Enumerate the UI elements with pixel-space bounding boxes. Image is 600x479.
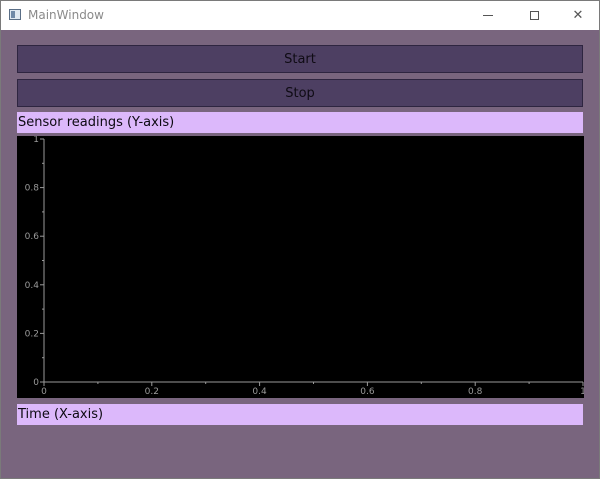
x-tick-label: 0.8 [468, 387, 483, 397]
x-tick-label: 0 [41, 387, 47, 397]
start-button[interactable]: Start [17, 45, 583, 73]
close-icon: ✕ [572, 8, 584, 23]
x-tick-label: 0.2 [145, 387, 159, 397]
title-bar[interactable]: MainWindow ✕ [1, 1, 599, 30]
y-tick-label: 0.8 [25, 184, 40, 194]
y-tick-label: 0.2 [25, 329, 39, 339]
y-axis-caption: Sensor readings (Y-axis) [17, 112, 583, 133]
sensor-plot[interactable]: 0 0.2 0.4 0.6 0.8 1 0 0.2 0.4 0.6 0.8 1 [17, 136, 584, 398]
y-tick-label: 0.4 [25, 281, 40, 291]
stop-button[interactable]: Stop [17, 79, 583, 107]
y-tick-label: 0 [33, 378, 39, 388]
x-axis-caption: Time (X-axis) [17, 404, 583, 425]
y-tick-label: 0.6 [25, 232, 40, 242]
main-window: MainWindow ✕ Start Stop Sensor readings … [0, 0, 600, 479]
stop-button-label: Stop [285, 85, 315, 101]
y-tick-label: 1 [33, 136, 39, 145]
minimize-icon [483, 15, 493, 16]
app-window-icon [9, 9, 21, 20]
x-tick-label: 0.4 [252, 387, 267, 397]
x-tick-label: 1 [580, 387, 584, 397]
x-tick-label: 0.6 [360, 387, 375, 397]
maximize-icon [529, 11, 539, 20]
maximize-button[interactable] [511, 1, 557, 30]
start-button-label: Start [284, 51, 316, 67]
plot-canvas[interactable]: 0 0.2 0.4 0.6 0.8 1 0 0.2 0.4 0.6 0.8 1 [17, 136, 584, 398]
window-title: MainWindow [28, 8, 104, 22]
close-button[interactable]: ✕ [555, 1, 600, 30]
minimize-button[interactable] [465, 1, 511, 30]
